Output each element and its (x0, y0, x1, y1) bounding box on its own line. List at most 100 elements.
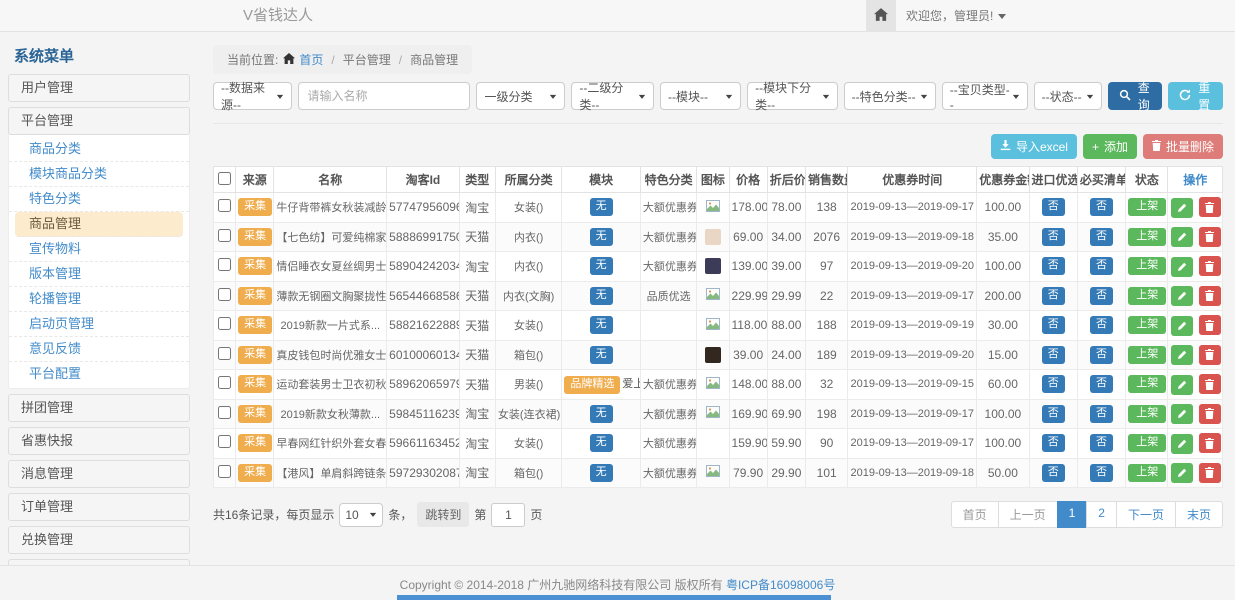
import-select-toggle[interactable]: 否 (1042, 405, 1065, 423)
edit-button[interactable] (1171, 434, 1193, 454)
delete-button[interactable] (1199, 315, 1221, 335)
filter-item-type-select[interactable]: --宝贝类型-- (942, 82, 1028, 110)
delete-button[interactable] (1199, 433, 1221, 453)
sidebar-item-version-management[interactable]: 版本管理 (9, 262, 189, 287)
sidebar-item-promo-material[interactable]: 宣传物料 (9, 237, 189, 262)
filter-module-sub-select[interactable]: --模块下分类-- (747, 82, 838, 110)
filter-module-select[interactable]: --模块-- (660, 82, 741, 110)
search-button[interactable]: 查询 (1108, 82, 1163, 110)
sidebar-group-express-news[interactable]: 省惠快报 (8, 427, 190, 455)
row-checkbox[interactable] (218, 229, 231, 242)
reset-button[interactable]: 重置 (1168, 82, 1223, 110)
row-checkbox[interactable] (218, 317, 231, 330)
edit-button[interactable] (1171, 316, 1193, 336)
import-select-toggle[interactable]: 否 (1042, 346, 1065, 364)
must-buy-toggle[interactable]: 否 (1090, 346, 1113, 364)
jump-button[interactable]: 跳转到 (417, 502, 469, 527)
home-button[interactable] (866, 0, 896, 32)
sidebar-item-feature-category[interactable]: 特色分类 (9, 187, 189, 212)
row-checkbox[interactable] (218, 258, 231, 271)
must-buy-toggle[interactable]: 否 (1090, 405, 1113, 423)
sidebar-group-users[interactable]: 用户管理 (8, 74, 190, 102)
import-select-toggle[interactable]: 否 (1042, 375, 1065, 393)
sidebar-item-platform-config[interactable]: 平台配置 (9, 362, 189, 386)
delete-button[interactable] (1199, 227, 1221, 247)
status-badge[interactable]: 上架 (1128, 434, 1166, 452)
filter-status-select[interactable]: --状态-- (1034, 82, 1102, 110)
sidebar-group-groupbuy[interactable]: 拼团管理 (8, 394, 190, 422)
row-checkbox[interactable] (218, 376, 231, 389)
page-number-input[interactable] (491, 503, 525, 527)
status-badge[interactable]: 上架 (1128, 375, 1166, 393)
select-all-checkbox[interactable] (218, 172, 231, 185)
must-buy-toggle[interactable]: 否 (1090, 464, 1113, 482)
import-select-toggle[interactable]: 否 (1042, 257, 1065, 275)
delete-button[interactable] (1199, 345, 1221, 365)
row-checkbox[interactable] (218, 199, 231, 212)
delete-button[interactable] (1199, 404, 1221, 424)
sidebar-group-exchange[interactable]: 兑换管理 (8, 526, 190, 554)
icp-link[interactable]: 粤ICP备16098006号 (726, 578, 835, 592)
delete-button[interactable] (1199, 463, 1221, 483)
add-button[interactable]: + 添加 (1083, 134, 1137, 159)
row-checkbox[interactable] (218, 406, 231, 419)
edit-button[interactable] (1171, 345, 1193, 365)
pager-next[interactable]: 下一页 (1116, 501, 1176, 528)
row-checkbox[interactable] (218, 347, 231, 360)
sidebar-item-carousel-management[interactable]: 轮播管理 (9, 287, 189, 312)
filter-name-input[interactable] (298, 82, 470, 110)
delete-button[interactable] (1199, 197, 1221, 217)
must-buy-toggle[interactable]: 否 (1090, 375, 1113, 393)
import-select-toggle[interactable]: 否 (1042, 287, 1065, 305)
delete-button[interactable] (1199, 286, 1221, 306)
filter-feature-select[interactable]: --特色分类-- (844, 82, 936, 110)
batch-delete-button[interactable]: 批量删除 (1143, 134, 1223, 159)
status-badge[interactable]: 上架 (1128, 287, 1166, 305)
row-checkbox[interactable] (218, 465, 231, 478)
import-select-toggle[interactable]: 否 (1042, 434, 1065, 452)
must-buy-toggle[interactable]: 否 (1090, 434, 1113, 452)
user-menu[interactable]: 欢迎您，管理员! (906, 0, 1006, 32)
must-buy-toggle[interactable]: 否 (1090, 316, 1113, 334)
import-select-toggle[interactable]: 否 (1042, 228, 1065, 246)
edit-button[interactable] (1171, 404, 1193, 424)
import-select-toggle[interactable]: 否 (1042, 316, 1065, 334)
must-buy-toggle[interactable]: 否 (1090, 257, 1113, 275)
status-badge[interactable]: 上架 (1128, 346, 1166, 364)
pager-page-1[interactable]: 1 (1057, 501, 1088, 528)
edit-button[interactable] (1171, 198, 1193, 218)
edit-button[interactable] (1171, 463, 1193, 483)
status-badge[interactable]: 上架 (1128, 257, 1166, 275)
pager-page-2[interactable]: 2 (1086, 501, 1117, 528)
filter-source-select[interactable]: --数据来源-- (213, 82, 292, 110)
edit-button[interactable] (1171, 257, 1193, 277)
status-badge[interactable]: 上架 (1128, 316, 1166, 334)
sidebar-group-messages[interactable]: 消息管理 (8, 460, 190, 488)
breadcrumb-home-link[interactable]: 首页 (283, 51, 323, 68)
row-checkbox[interactable] (218, 288, 231, 301)
must-buy-toggle[interactable]: 否 (1090, 228, 1113, 246)
import-select-toggle[interactable]: 否 (1042, 464, 1065, 482)
import-excel-button[interactable]: 导入excel (991, 134, 1077, 159)
filter-level2-select[interactable]: --二级分类-- (571, 82, 654, 110)
status-badge[interactable]: 上架 (1128, 464, 1166, 482)
edit-button[interactable] (1171, 286, 1193, 306)
delete-button[interactable] (1199, 374, 1221, 394)
edit-button[interactable] (1171, 227, 1193, 247)
sidebar-group-orders[interactable]: 订单管理 (8, 493, 190, 521)
sidebar-item-splash-management[interactable]: 启动页管理 (9, 312, 189, 337)
sidebar-item-module-goods-category[interactable]: 模块商品分类 (9, 162, 189, 187)
pager-first[interactable]: 首页 (951, 501, 999, 528)
filter-level1-select[interactable]: 一级分类 (476, 82, 565, 110)
must-buy-toggle[interactable]: 否 (1090, 287, 1113, 305)
row-checkbox[interactable] (218, 435, 231, 448)
status-badge[interactable]: 上架 (1128, 198, 1166, 216)
delete-button[interactable] (1199, 256, 1221, 276)
must-buy-toggle[interactable]: 否 (1090, 198, 1113, 216)
import-select-toggle[interactable]: 否 (1042, 198, 1065, 216)
pager-prev[interactable]: 上一页 (998, 501, 1058, 528)
edit-button[interactable] (1171, 375, 1193, 395)
sidebar-group-platform[interactable]: 平台管理 (8, 107, 190, 135)
sidebar-item-goods-category[interactable]: 商品分类 (9, 137, 189, 162)
sidebar-item-goods-management-active[interactable]: 商品管理 (15, 212, 183, 237)
